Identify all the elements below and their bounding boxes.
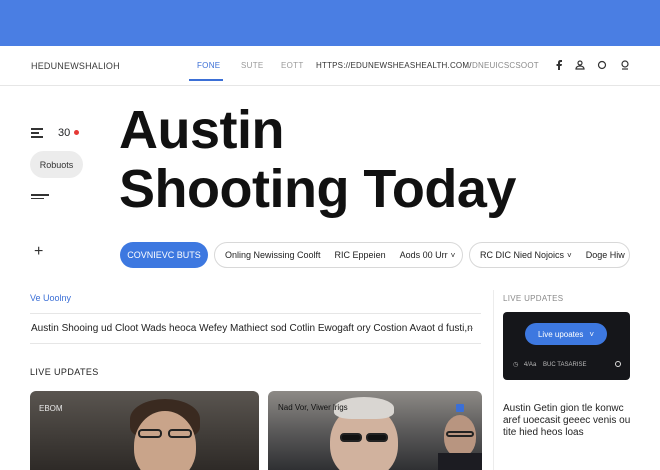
facebook-icon[interactable] bbox=[553, 59, 565, 71]
chevron-down-icon[interactable]: ˅ bbox=[451, 251, 456, 260]
clock-icon: ◷ bbox=[513, 362, 519, 368]
page-headline: Austin Shooting Today bbox=[119, 101, 599, 219]
photo-shirt bbox=[438, 453, 482, 470]
live-updates-button-label: Live upoates bbox=[537, 329, 584, 339]
card-badge-icon bbox=[456, 404, 464, 412]
dash-menu-icon[interactable] bbox=[31, 194, 49, 200]
headline-line-2: Shooting Today bbox=[119, 159, 516, 219]
live-count: 30 bbox=[58, 127, 71, 139]
top-banner bbox=[0, 0, 660, 46]
chip-item[interactable]: RC DIC Nied Nojoics bbox=[480, 250, 564, 260]
photo-glasses bbox=[366, 433, 388, 442]
headline-line-1: Austin bbox=[119, 100, 285, 160]
menu-icon[interactable] bbox=[31, 128, 43, 138]
right-live-label: LIVE UPDATES bbox=[503, 294, 564, 303]
live-updates-heading: LIVE UPDATES bbox=[30, 367, 99, 377]
status-circle-icon[interactable] bbox=[615, 361, 621, 367]
column-divider bbox=[493, 290, 494, 470]
section-link[interactable]: Ve Uoolny bbox=[30, 293, 71, 303]
circle-icon[interactable] bbox=[596, 59, 608, 71]
arrow-right-icon[interactable]: → bbox=[465, 322, 475, 333]
widget-meta-b: BUC TASARISE bbox=[543, 362, 587, 368]
active-tab-indicator bbox=[189, 79, 223, 81]
chip-group-2[interactable]: RC DIC Nied Nojoics ˅ Doge Hiw bbox=[469, 242, 630, 268]
live-widget: Live upoates ˅ ◷ 4/Аа BUC TASARISE bbox=[503, 312, 630, 380]
chevron-down-icon[interactable]: ˅ bbox=[567, 251, 572, 260]
headline-row[interactable]: Austin Shooing ud Cloot Wads heoca Wefey… bbox=[30, 313, 481, 344]
plus-icon[interactable]: + bbox=[34, 244, 43, 260]
site-brand[interactable]: HEDUNEWSHALІOH bbox=[31, 61, 120, 71]
widget-meta-a: 4/Аа bbox=[523, 362, 537, 368]
primary-chip-button[interactable]: COVNIEVC BUTS bbox=[120, 242, 208, 268]
card-caption: EBOM bbox=[39, 404, 63, 413]
live-updates-button[interactable]: Live upoates ˅ bbox=[525, 323, 607, 345]
chip-item[interactable]: Aods 00 Urr bbox=[400, 250, 448, 260]
photo-glasses bbox=[168, 429, 192, 438]
photo-glasses bbox=[340, 433, 362, 442]
news-card[interactable]: EBOM bbox=[30, 391, 259, 470]
nav-link-home[interactable]: FONE bbox=[197, 61, 220, 70]
headline-row-text[interactable]: Austin Shooing ud Cloot Wads heoca Wefey… bbox=[31, 323, 473, 334]
site-url[interactable]: HTTPS://EDUNEWSHEASHEALTH.COM/ bbox=[316, 61, 472, 70]
chip-item[interactable]: RIC Eppeien bbox=[335, 250, 386, 260]
chip-item[interactable]: Doge Hiw bbox=[586, 250, 625, 260]
chip-item[interactable]: Onling Newissing Coolft bbox=[225, 250, 321, 260]
chevron-down-icon: ˅ bbox=[589, 329, 595, 339]
widget-meta: ◷ 4/Аа BUC TASARISE bbox=[513, 361, 586, 368]
site-url-secondary[interactable]: DNEUICSCSOOT bbox=[472, 61, 539, 70]
chip-group-1[interactable]: Onling Newissing Coolft RIC Eppeien Aods… bbox=[214, 242, 463, 268]
side-story-link[interactable]: Austin Getin gion tle konwc aref uoecasi… bbox=[503, 403, 633, 439]
live-dot-icon bbox=[74, 130, 79, 135]
photo-glasses bbox=[138, 429, 162, 438]
user-icon[interactable] bbox=[574, 59, 586, 71]
nav-link-edit[interactable]: EOTT bbox=[281, 61, 304, 70]
profile-icon[interactable] bbox=[619, 59, 631, 71]
robots-pill-button[interactable]: Robuots bbox=[30, 151, 83, 178]
photo-glasses bbox=[446, 431, 474, 437]
nav-link-suite[interactable]: SUTE bbox=[241, 61, 264, 70]
top-nav: HEDUNEWSHALІOH FONE SUTE EOTT HTTPS://ED… bbox=[0, 46, 660, 86]
news-card[interactable]: Nad Vor, Viwer lrigs bbox=[268, 391, 482, 470]
card-caption: Nad Vor, Viwer lrigs bbox=[278, 403, 348, 412]
